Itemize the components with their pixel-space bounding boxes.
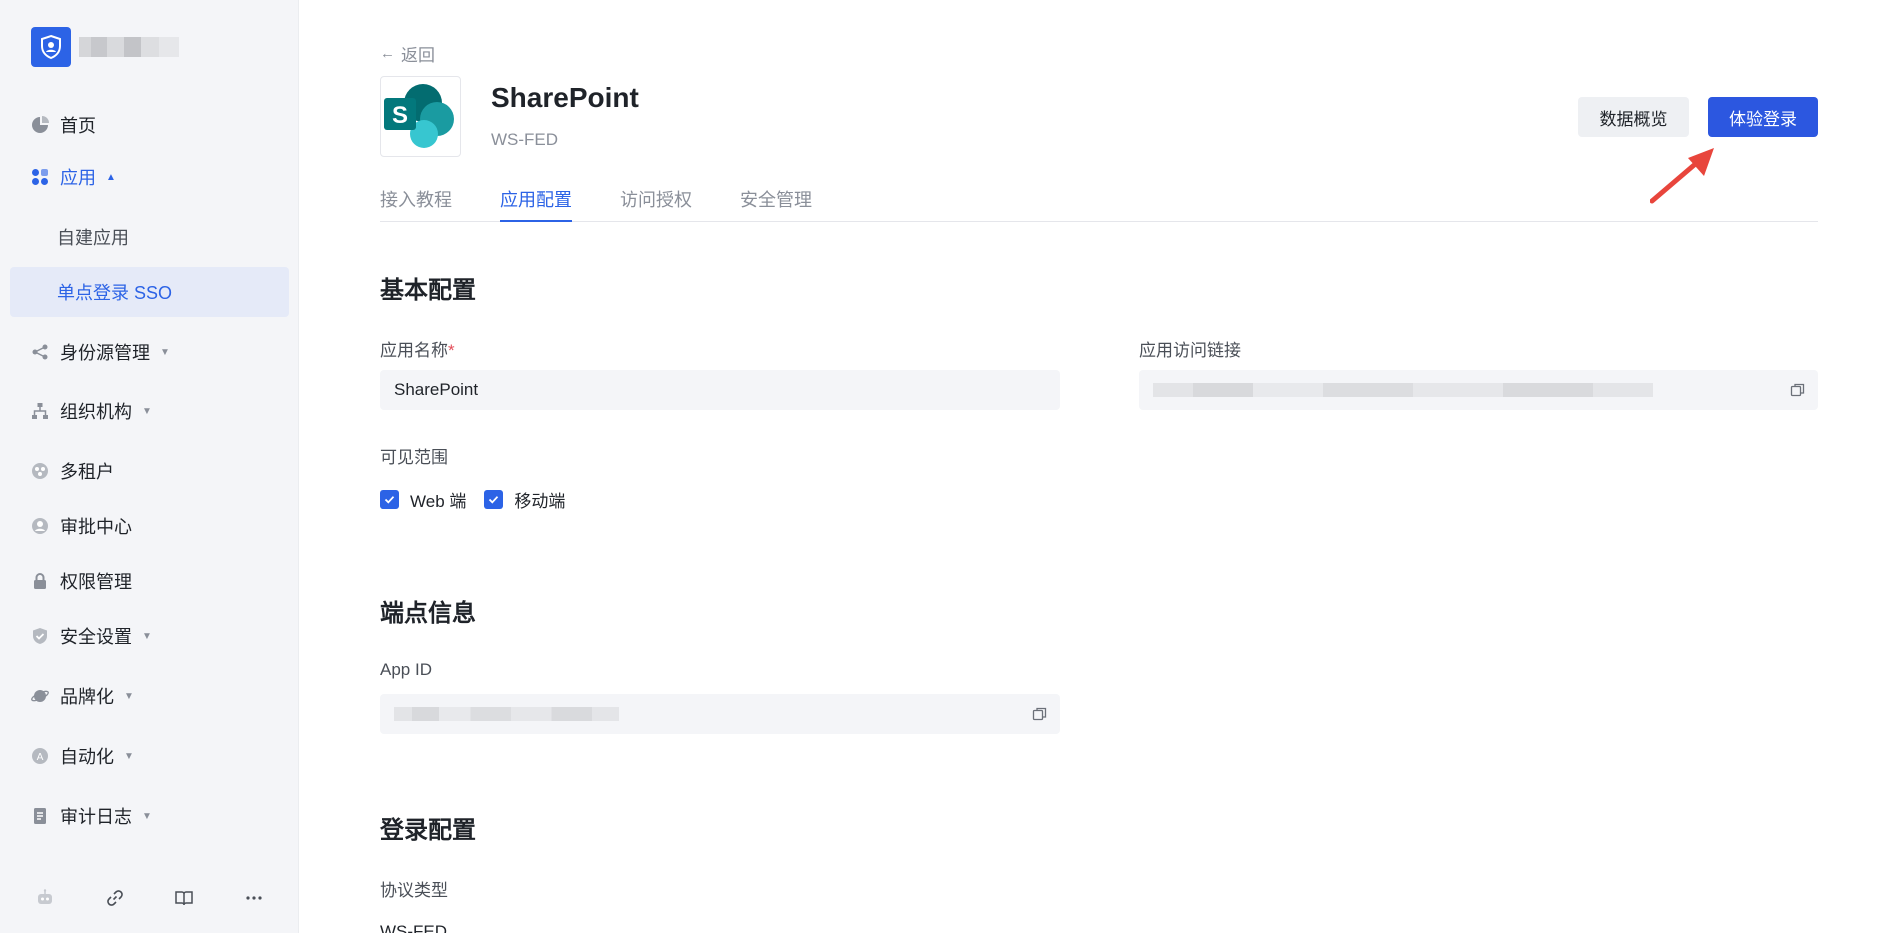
page-title: SharePoint xyxy=(491,82,639,113)
back-label: 返回 xyxy=(401,46,435,65)
sidebar-item-label: 身份源管理 xyxy=(60,343,150,363)
protocol-type-value: WS-FED xyxy=(380,922,448,933)
tab-bar: 接入教程 应用配置 访问授权 安全管理 xyxy=(380,186,1818,222)
sidebar-item-label: 审批中心 xyxy=(60,517,132,537)
arrow-left-icon: ← xyxy=(380,45,395,62)
mobile-checkbox-label: 移动端 xyxy=(514,492,566,511)
tab-integration-guide[interactable]: 接入教程 xyxy=(380,186,452,222)
shield-check-icon xyxy=(30,626,50,646)
shield-logo-icon xyxy=(31,27,71,67)
copy-icon[interactable] xyxy=(1790,382,1806,398)
app-protocol-subtitle: WS-FED xyxy=(491,130,559,149)
document-list-icon xyxy=(30,806,50,826)
sidebar-item-label: 单点登录 SSO xyxy=(57,283,173,303)
required-mark: * xyxy=(448,341,455,360)
copy-icon[interactable] xyxy=(1032,706,1048,722)
tab-access-authorization[interactable]: 访问授权 xyxy=(620,186,692,222)
book-icon[interactable] xyxy=(169,883,199,913)
mobile-checkbox[interactable]: 移动端 xyxy=(484,487,565,512)
sidebar-item-label: 自动化 xyxy=(60,747,114,767)
apps-grid-icon xyxy=(30,167,50,187)
tab-security-management[interactable]: 安全管理 xyxy=(740,186,812,222)
access-link-label: 应用访问链接 xyxy=(1139,341,1241,360)
web-checkbox[interactable]: Web 端 xyxy=(380,487,466,512)
more-icon[interactable] xyxy=(239,883,269,913)
lock-icon xyxy=(30,571,50,591)
sidebar-item-approval[interactable]: 审批中心 xyxy=(10,501,289,551)
app-id-field[interactable] xyxy=(380,694,1060,734)
visibility-label: 可见范围 xyxy=(380,448,448,467)
app-name-label: 应用名称* xyxy=(380,341,455,360)
app-name-value: SharePoint xyxy=(394,380,479,399)
brand[interactable] xyxy=(31,27,179,67)
sidebar-item-label: 安全设置 xyxy=(60,627,132,647)
link-icon[interactable] xyxy=(100,883,130,913)
sidebar-item-security[interactable]: 安全设置 ▼ xyxy=(10,611,289,661)
sidebar-item-label: 权限管理 xyxy=(60,572,132,592)
caret-down-icon: ▼ xyxy=(124,690,134,702)
main-content: ← 返回 S SharePoint WS-FED 数据概览 体验登录 接入教程 … xyxy=(300,0,1900,933)
share-icon xyxy=(30,342,50,362)
svg-text:S: S xyxy=(392,102,408,129)
sidebar-item-label: 多租户 xyxy=(60,462,114,482)
sidebar-item-label: 自建应用 xyxy=(57,228,129,248)
redacted-value xyxy=(394,707,619,721)
brand-name-redacted xyxy=(79,37,179,57)
annotation-arrow-icon xyxy=(1650,148,1714,204)
user-circle-icon xyxy=(30,516,50,536)
caret-down-icon: ▼ xyxy=(142,810,152,822)
automation-icon: A xyxy=(30,746,50,766)
sidebar-item-label: 品牌化 xyxy=(60,687,114,707)
sidebar-item-label: 组织机构 xyxy=(60,402,132,422)
sidebar-item-home[interactable]: 首页 xyxy=(10,100,289,150)
sidebar-item-label: 应用 xyxy=(60,168,96,188)
tab-app-config[interactable]: 应用配置 xyxy=(500,186,572,222)
sidebar-item-audit-log[interactable]: 审计日志 ▼ xyxy=(10,791,289,841)
sidebar-item-permissions[interactable]: 权限管理 xyxy=(10,556,289,606)
svg-text:A: A xyxy=(37,752,44,763)
sidebar-item-multi-tenant[interactable]: 多租户 xyxy=(10,446,289,496)
sidebar: 首页 应用 ▲ 自建应用 单点登录 SSO 身份源管理 ▼ 组织机构 ▼ 多租户… xyxy=(0,0,299,933)
checkmark-icon xyxy=(484,490,504,509)
caret-down-icon: ▼ xyxy=(124,750,134,762)
sharepoint-logo-icon: S xyxy=(380,76,461,157)
visibility-options: Web 端 移动端 xyxy=(380,487,583,512)
protocol-type-label: 协议类型 xyxy=(380,881,448,900)
redacted-value xyxy=(1153,383,1653,397)
sidebar-item-label: 审计日志 xyxy=(60,807,132,827)
web-checkbox-label: Web 端 xyxy=(410,492,467,511)
sidebar-subitem-custom-apps[interactable]: 自建应用 xyxy=(10,212,289,262)
sidebar-item-apps[interactable]: 应用 ▲ xyxy=(10,152,289,202)
section-title-basic: 基本配置 xyxy=(380,277,476,304)
checkmark-icon xyxy=(380,490,399,509)
section-title-login: 登录配置 xyxy=(380,817,476,844)
app-name-field[interactable]: SharePoint xyxy=(380,370,1060,410)
caret-down-icon: ▼ xyxy=(142,405,152,417)
caret-up-icon: ▲ xyxy=(106,171,116,183)
data-overview-button[interactable]: 数据概览 xyxy=(1578,97,1689,137)
sidebar-item-automation[interactable]: A 自动化 ▼ xyxy=(10,731,289,781)
pie-chart-icon xyxy=(30,115,50,135)
access-link-field[interactable] xyxy=(1139,370,1818,410)
sidebar-item-organization[interactable]: 组织机构 ▼ xyxy=(10,386,289,436)
sidebar-item-label: 首页 xyxy=(60,116,96,136)
sidebar-item-identity-source[interactable]: 身份源管理 ▼ xyxy=(10,327,289,377)
robot-icon[interactable] xyxy=(30,883,60,913)
sidebar-bottom-toolbar xyxy=(0,878,299,918)
try-login-button[interactable]: 体验登录 xyxy=(1708,97,1818,137)
sidebar-subitem-sso[interactable]: 单点登录 SSO xyxy=(10,267,289,317)
org-tree-icon xyxy=(30,401,50,421)
planet-icon xyxy=(30,686,50,706)
caret-down-icon: ▼ xyxy=(142,630,152,642)
section-title-endpoint: 端点信息 xyxy=(380,600,476,627)
app-id-label: App ID xyxy=(380,660,432,679)
caret-down-icon: ▼ xyxy=(160,346,170,358)
tenants-icon xyxy=(30,461,50,481)
sidebar-item-branding[interactable]: 品牌化 ▼ xyxy=(10,671,289,721)
back-link[interactable]: ← 返回 xyxy=(380,41,435,66)
